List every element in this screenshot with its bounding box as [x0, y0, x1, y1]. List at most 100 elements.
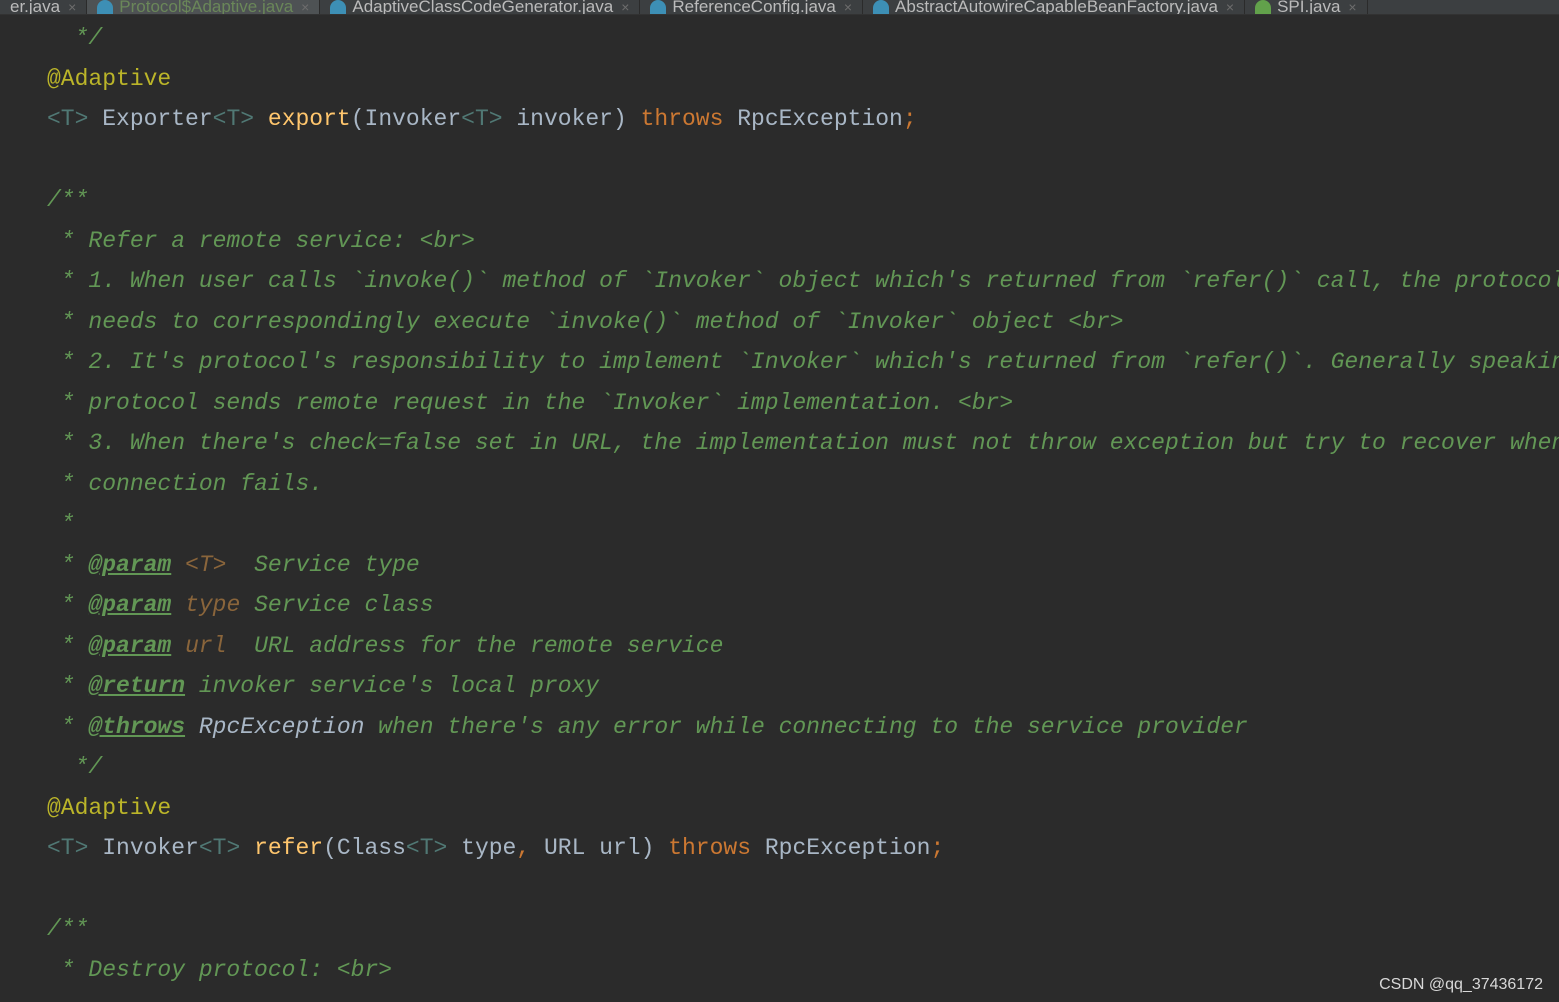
code-token: * Refer a remote service: <br>	[47, 227, 475, 254]
close-icon[interactable]: ×	[301, 0, 309, 14]
code-token: ;	[902, 106, 917, 132]
code-token: * connection fails.	[47, 470, 324, 497]
code-token: <T>	[185, 551, 227, 578]
code-line: * 1. When user calls `invoke()` method o…	[47, 261, 1559, 302]
code-line: * protocol sends remote request in the `…	[47, 383, 1559, 424]
code-line: */	[47, 18, 1559, 59]
code-token: *	[47, 713, 89, 740]
watermark: CSDN @qq_37436172	[1379, 976, 1543, 993]
tab-abstractautowirecapablebeanfactory-java[interactable]: AbstractAutowireCapableBeanFactory.java ×	[863, 0, 1246, 15]
code-line: * @param <T> Service type	[47, 545, 1559, 586]
java-interface-locked-icon	[1255, 0, 1272, 14]
code-token: <T>	[461, 106, 503, 132]
close-icon[interactable]: ×	[68, 0, 76, 14]
java-class-locked-icon	[650, 0, 667, 14]
code-token: when there's any error while connecting …	[364, 713, 1248, 740]
code-token: <T>	[198, 835, 241, 861]
code-line: *	[47, 504, 1559, 545]
code-token: @param	[88, 632, 172, 659]
code-token: @Adaptive	[47, 65, 172, 92]
code-line: * Destroy protocol: <br>	[47, 950, 1559, 991]
code-token: invoker service's local proxy	[185, 673, 600, 699]
code-token: Invoker	[88, 835, 199, 861]
code-line: /**	[47, 180, 1559, 221]
code-token: throws	[668, 835, 752, 861]
code-token: (Class	[323, 835, 406, 861]
editor-tab-bar: er.java × Protocol$Adaptive.java × AdaptiveC…	[0, 0, 1559, 15]
code-token: * needs to correspondingly execute `invo…	[47, 308, 1124, 335]
code-token: RpcException	[751, 835, 931, 861]
code-token: *	[47, 551, 89, 578]
tab-protocol-adaptive-java[interactable]: Protocol$Adaptive.java ×	[87, 0, 321, 15]
tab-label: er.java	[10, 0, 61, 15]
code-token: * 2. It's protocol's responsibility to i…	[47, 349, 1559, 375]
code-token: Service type	[226, 551, 420, 578]
code-line: * @return invoker service's local proxy	[47, 666, 1559, 707]
code-line: * @param url URL address for the remote …	[47, 626, 1559, 667]
code-token: type	[185, 592, 241, 618]
java-class-icon	[97, 0, 114, 14]
code-token: * 3. When there's check=false set in URL…	[47, 430, 1559, 456]
close-icon[interactable]: ×	[844, 0, 852, 14]
tab-adaptiveclasscodegenerator-java[interactable]: AdaptiveClassCodeGenerator.java ×	[320, 0, 641, 14]
code-token: url	[185, 632, 227, 659]
code-token: *	[47, 632, 89, 659]
code-token: Service class	[240, 592, 434, 618]
code-token: ;	[930, 835, 945, 861]
code-token: (Invoker	[350, 106, 462, 132]
code-token: <T>	[405, 835, 448, 861]
code-token: <T>	[47, 835, 89, 861]
code-token: RpcException	[723, 106, 903, 132]
close-icon[interactable]: ×	[1226, 0, 1234, 14]
code-line: * 2. It's protocol's responsibility to i…	[47, 342, 1559, 383]
code-line: @Adaptive	[47, 788, 1559, 829]
code-token: throws	[640, 106, 724, 132]
code-token: *	[47, 592, 89, 618]
code-token: invoker)	[502, 106, 641, 132]
code-line: * @param type Service class	[47, 585, 1559, 626]
tab-er-java[interactable]: er.java ×	[0, 0, 88, 15]
code-token: refer	[254, 835, 324, 861]
code-token: * protocol sends remote request in the `…	[47, 389, 1014, 416]
code-token: *	[47, 673, 89, 699]
code-token: RpcException	[198, 713, 365, 740]
code-token: <T>	[212, 106, 255, 132]
code-editor[interactable]: */@Adaptive <T> Exporter<T> export(Invoke…	[47, 18, 1559, 990]
code-token: @return	[88, 673, 186, 699]
code-token: @param	[88, 551, 172, 578]
code-token: ,	[516, 835, 531, 861]
code-line: * Refer a remote service: <br>	[47, 221, 1559, 262]
code-token: @param	[88, 592, 172, 618]
code-line: * 3. When there's check=false set in URL…	[47, 423, 1559, 464]
tab-label: AbstractAutowireCapableBeanFactory.java	[895, 0, 1218, 15]
code-token: URL url)	[530, 835, 669, 861]
java-class-locked-icon	[873, 0, 890, 14]
code-token: @Adaptive	[47, 794, 172, 821]
tab-spi-java[interactable]: SPI.java ×	[1245, 0, 1368, 14]
code-token: export	[267, 106, 351, 132]
code-line: /**	[47, 909, 1559, 950]
code-token: type	[447, 835, 517, 861]
tab-label: Protocol$Adaptive.java	[119, 0, 294, 15]
code-line: * connection fails.	[47, 464, 1559, 505]
java-class-locked-icon	[330, 0, 347, 14]
code-line: * needs to correspondingly execute `invo…	[47, 302, 1559, 343]
code-token: Exporter	[88, 106, 213, 132]
code-token: *	[47, 511, 75, 537]
close-icon[interactable]: ×	[621, 0, 629, 14]
code-token: /**	[47, 187, 89, 213]
code-token: */	[47, 754, 103, 780]
code-line: */	[47, 747, 1559, 788]
code-token: /**	[47, 916, 89, 942]
close-icon[interactable]: ×	[1348, 0, 1356, 14]
code-line: @Adaptive	[47, 59, 1559, 100]
tab-referenceconfig-java[interactable]: ReferenceConfig.java ×	[640, 0, 864, 15]
tab-label: ReferenceConfig.java	[672, 0, 836, 15]
